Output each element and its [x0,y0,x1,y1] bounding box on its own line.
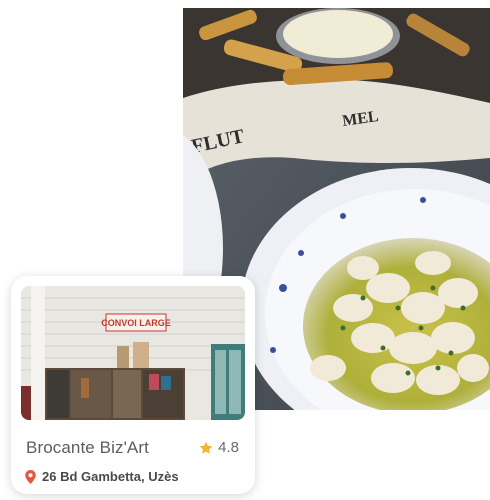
shop-interior-illustration: CONVOI LARGE [21,286,245,420]
place-address[interactable]: 26 Bd Gambetta, Uzès [25,469,179,484]
shop-sign-text: CONVOI LARGE [101,318,171,328]
place-rating: 4.8 [198,439,239,456]
star-icon [199,441,213,454]
place-photo[interactable]: CONVOI LARGE [21,286,245,420]
rating-value: 4.8 [218,439,239,456]
address-text: 26 Bd Gambetta, Uzès [42,469,179,484]
place-card[interactable]: CONVOI LARGE Brocante Biz'Art 4.8 26 Bd … [11,276,255,494]
place-name: Brocante Biz'Art [26,438,149,457]
location-pin-icon [25,469,36,484]
